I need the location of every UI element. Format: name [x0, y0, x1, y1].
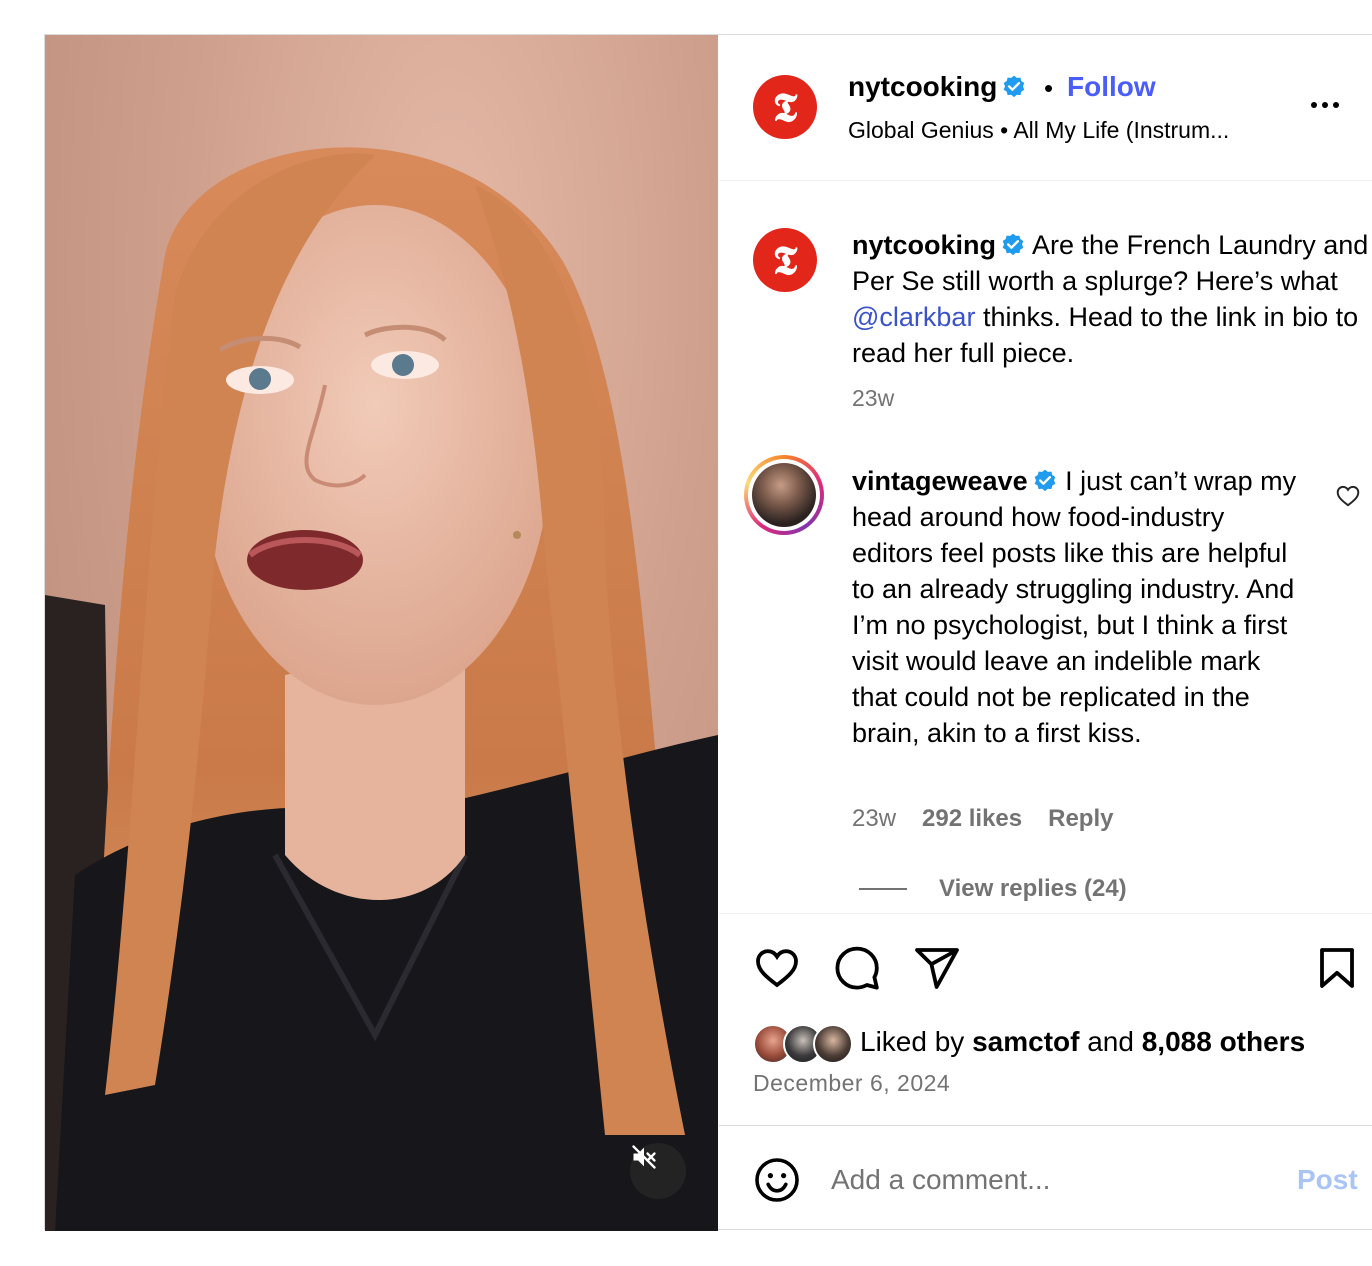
post-video[interactable]	[45, 35, 718, 1231]
more-options-icon[interactable]	[1311, 91, 1351, 119]
likes-count-link[interactable]: 8,088 others	[1142, 1026, 1305, 1057]
heart-icon[interactable]	[753, 944, 801, 992]
view-replies-label: View replies (24)	[939, 875, 1127, 902]
comment-heart-icon[interactable]	[1335, 483, 1361, 509]
verified-badge-icon	[1002, 233, 1024, 256]
post-details-panel: 𝕿 nytcooking • Follow Global Genius • Al…	[719, 35, 1372, 1231]
header-separator: •	[1044, 73, 1054, 103]
comment-icon[interactable]	[833, 944, 881, 992]
mention-link[interactable]: @clarkbar	[852, 302, 975, 332]
caption-timestamp[interactable]: 23w	[852, 385, 894, 412]
comment-composer: Post	[719, 1125, 1372, 1231]
reply-button[interactable]: Reply	[1048, 805, 1113, 833]
post-actions: Liked by samctof and 8,088 others Decemb…	[719, 913, 1372, 1125]
share-icon[interactable]	[913, 944, 961, 992]
comment-meta: 23w 292 likes Reply	[852, 805, 1113, 833]
emoji-icon[interactable]	[753, 1156, 801, 1204]
nytcooking-avatar[interactable]: 𝕿	[753, 75, 817, 139]
header-username-wrap: nytcooking	[848, 71, 1027, 103]
liked-by-mid: and	[1079, 1026, 1142, 1057]
liked-by-text: Liked by samctof and 8,088 others	[860, 1026, 1305, 1058]
commenter-photo	[752, 463, 816, 527]
commenter-avatar[interactable]	[744, 455, 824, 535]
comment-text: I just can’t wrap my head around how foo…	[852, 466, 1297, 748]
mute-icon	[632, 1145, 656, 1169]
comment: vintageweave I just can’t wrap my head a…	[852, 463, 1312, 751]
instagram-post: 𝕿 nytcooking • Follow Global Genius • Al…	[44, 34, 1372, 1231]
verified-badge-icon	[1034, 469, 1055, 492]
comment-username[interactable]: vintageweave	[852, 466, 1028, 496]
caption-username[interactable]: nytcooking	[852, 230, 996, 260]
liked-by-avatars[interactable]	[753, 1024, 863, 1064]
comment-timestamp[interactable]: 23w	[852, 805, 896, 833]
post-date[interactable]: December 6, 2024	[753, 1070, 950, 1097]
liker-avatar	[813, 1024, 853, 1064]
bookmark-icon[interactable]	[1313, 944, 1361, 992]
comment-likes[interactable]: 292 likes	[922, 805, 1022, 833]
verified-badge-icon	[1004, 75, 1025, 98]
comment-input[interactable]	[831, 1158, 1271, 1202]
post-header: 𝕿 nytcooking • Follow Global Genius • Al…	[719, 35, 1372, 181]
caption-avatar[interactable]: 𝕿	[753, 228, 817, 292]
liked-by-user[interactable]: samctof	[972, 1026, 1079, 1057]
liked-by-prefix: Liked by	[860, 1026, 973, 1057]
audio-track-link[interactable]: Global Genius • All My Life (Instrum...	[848, 117, 1229, 144]
mute-button[interactable]	[630, 1143, 686, 1199]
header-username[interactable]: nytcooking	[848, 71, 997, 102]
replies-divider	[859, 888, 907, 890]
video-frame-illustration	[45, 147, 718, 1231]
post-caption: nytcooking Are the French Laundry and Pe…	[852, 227, 1372, 371]
view-replies-button[interactable]: View replies (24)	[859, 875, 1127, 903]
post-comment-button[interactable]: Post	[1297, 1164, 1358, 1196]
follow-button[interactable]: Follow	[1067, 71, 1156, 103]
